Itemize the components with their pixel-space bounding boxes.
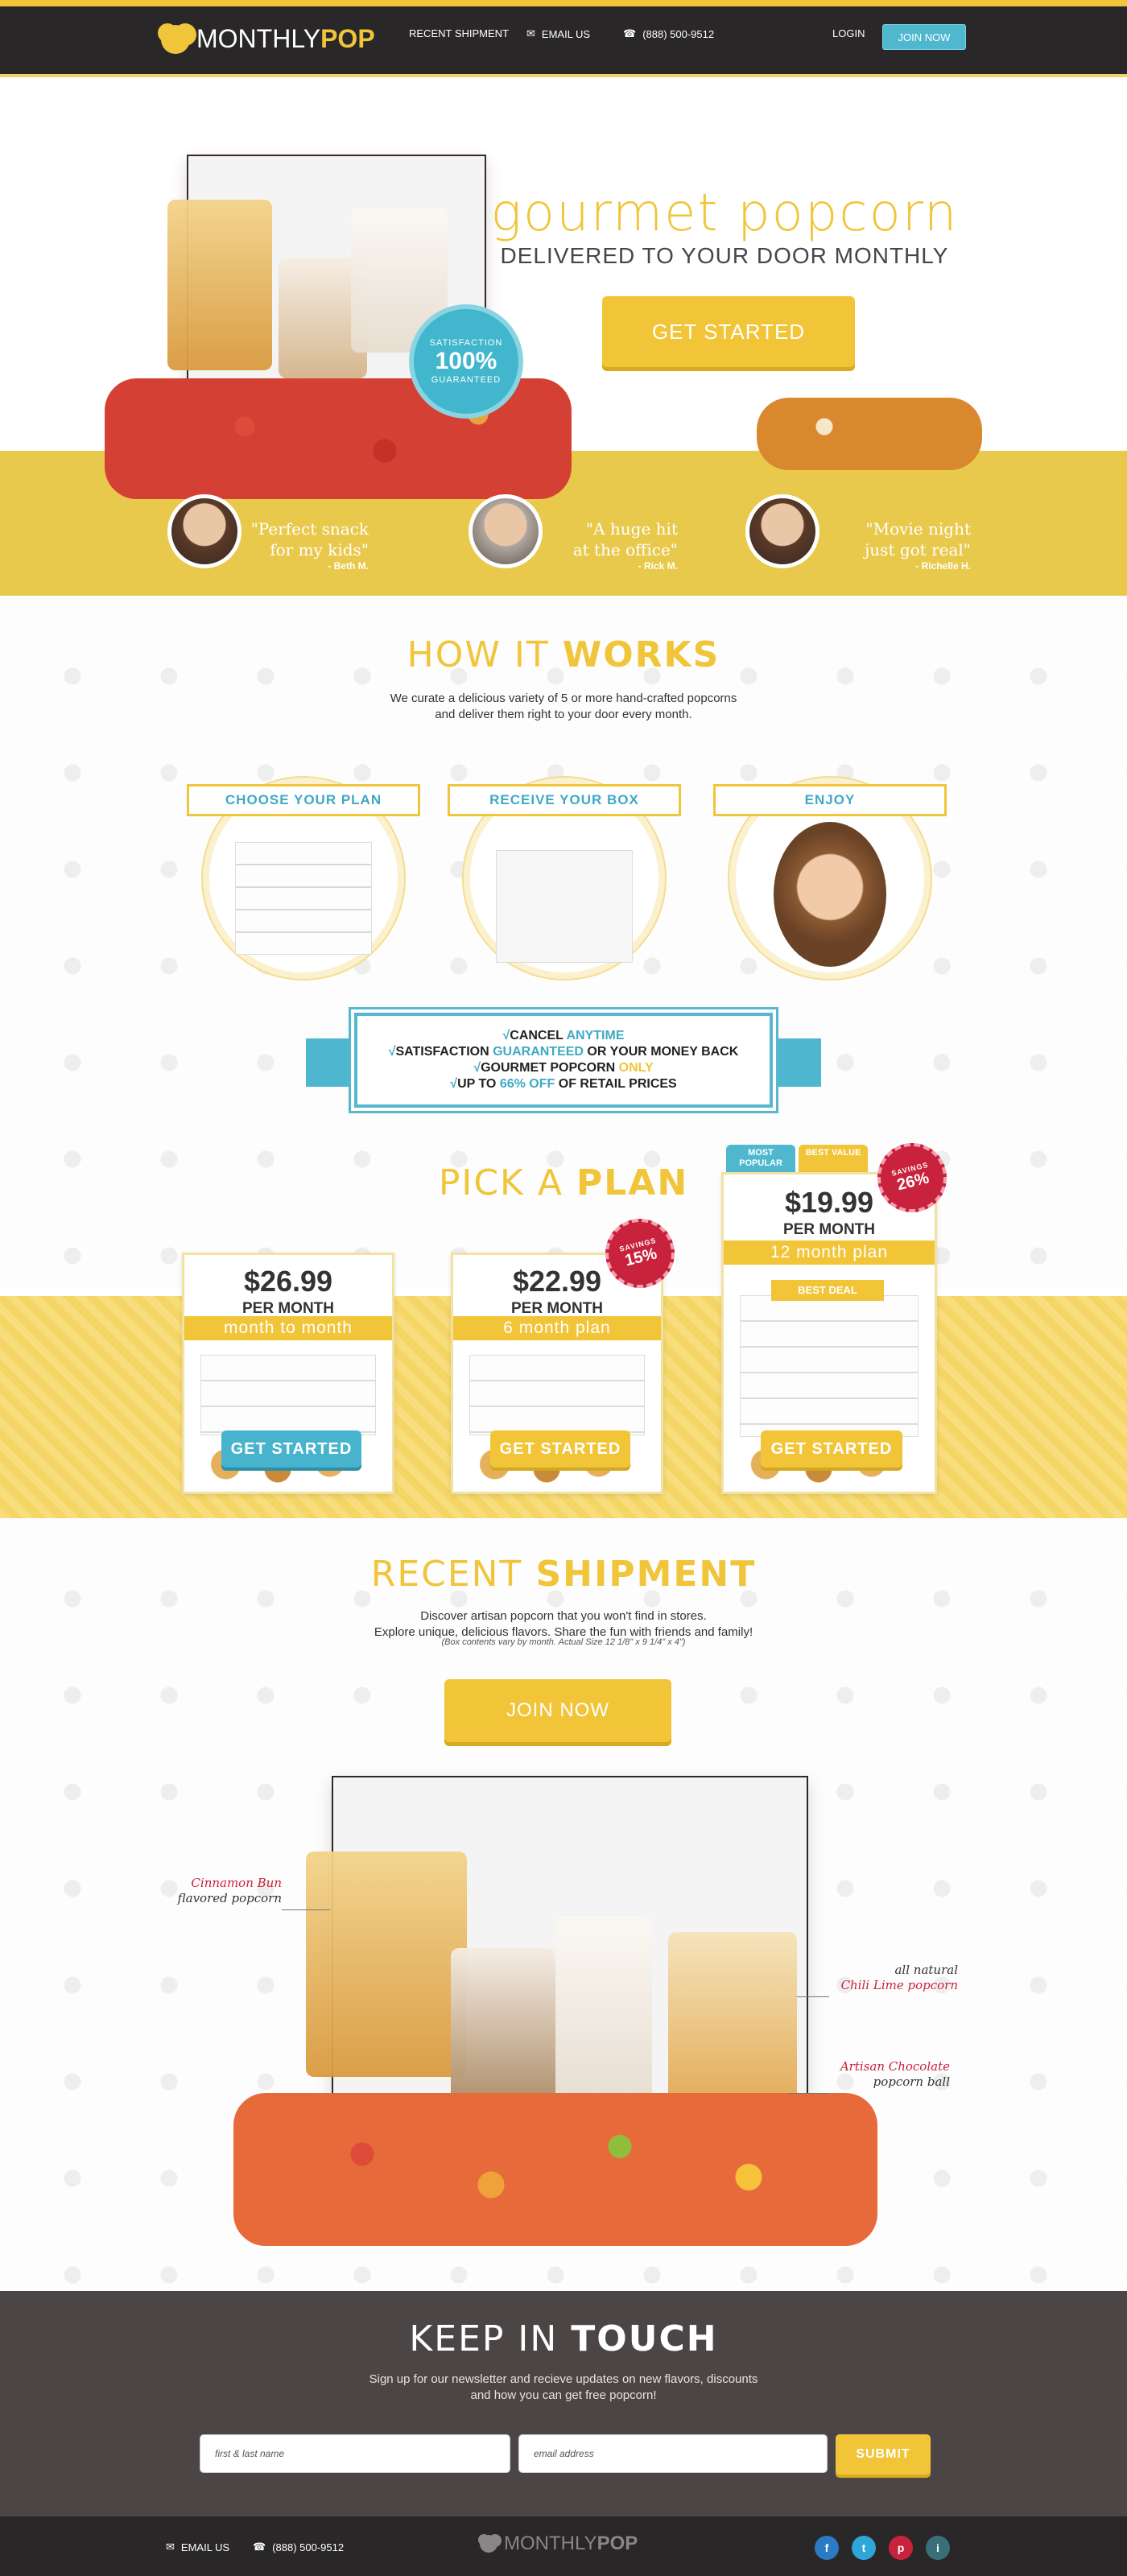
white-popcorn-bag-image (555, 1916, 652, 2101)
recent-shipment-title: RECENT SHIPMENT (370, 1554, 757, 1595)
get-started-button[interactable]: GET STARTED (602, 296, 855, 367)
callout-chili-lime: all natural Chili Lime popcorn (840, 1963, 958, 1992)
footer-logo-text: MONTHLYPOP (504, 2533, 638, 2554)
newsletter-text: Sign up for our newsletter and recieve u… (369, 2372, 758, 2402)
plan-get-started-button[interactable]: GET STARTED (221, 1430, 361, 1468)
testimonial-quote: "Perfect snack for my kids" (250, 519, 369, 559)
plan-box-image (740, 1295, 919, 1437)
plan-per-month: PER MONTH (783, 1221, 875, 1238)
colorful-popcorn-image (233, 2093, 877, 2246)
envelope-icon: ✉ (166, 2541, 175, 2553)
logo-text: MONTHLYPOP (196, 24, 375, 53)
plan-per-month: PER MONTH (242, 1300, 334, 1317)
login-link[interactable]: LOGIN (832, 27, 865, 39)
plan-card-monthly: $26.99 PER MONTH month to month GET STAR… (182, 1253, 394, 1494)
plan-term: month to month (184, 1316, 392, 1340)
how-it-works-text: We curate a delicious variety of 5 or mo… (390, 691, 737, 721)
girl-eating-popcorn-image (774, 822, 886, 967)
popcorn-logo-icon (480, 2535, 497, 2553)
benefit-line: √GOURMET POPCORN ONLY (473, 1061, 654, 1075)
submit-button[interactable]: SUBMIT (836, 2434, 931, 2475)
testimonial-author: - Rick M. (638, 560, 678, 572)
plan-get-started-button[interactable]: GET STARTED (490, 1430, 630, 1468)
plan-box-image (469, 1355, 645, 1435)
plan-card-6-month: $22.99 PER MONTH 6 month plan GET STARTE… (451, 1253, 663, 1494)
avatar (167, 494, 242, 568)
join-now-button[interactable]: JOIN NOW (882, 24, 966, 50)
best-value-tab: BEST VALUE (799, 1145, 868, 1172)
recent-shipment-text: Discover artisan popcorn that you won't … (374, 1609, 753, 1639)
phone-icon: ☎ (253, 2541, 266, 2553)
plan-price: $26.99 (243, 1265, 333, 1298)
join-now-cta-button[interactable]: JOIN NOW (444, 1679, 671, 1742)
caramel-popcorn-image (757, 398, 982, 470)
box-size-note: (Box contents vary by month. Actual Size… (441, 1637, 686, 1647)
footer-phone[interactable]: ☎ (888) 500-9512 (253, 2541, 344, 2553)
how-it-works-title: HOW IT WORKS (407, 634, 720, 675)
hero-title: gourmet popcorn (490, 184, 959, 243)
email-field[interactable]: email address (518, 2434, 828, 2473)
newsletter-title: KEEP IN TOUCH (409, 2318, 718, 2359)
caramel-bag-image (167, 200, 272, 370)
benefits-banner: √CANCEL ANYTIME √SATISFACTION GUARANTEED… (354, 1013, 773, 1108)
kitts-kernels-bag-image (451, 1948, 555, 2109)
plan-per-month: PER MONTH (511, 1300, 603, 1317)
plan-card-12-month: $19.99 PER MONTH 12 month plan GET START… (721, 1172, 937, 1494)
popcorn-logo-icon (161, 24, 190, 54)
testimonial-quote: "Movie night just got real" (865, 519, 971, 559)
nav-email[interactable]: ✉ EMAIL US (526, 27, 590, 40)
plan-boxes-image (235, 842, 372, 955)
open-box-image (496, 850, 633, 963)
chili-lime-bag-image (668, 1932, 797, 2117)
callout-line (797, 1996, 829, 1997)
testimonial-author: - Richelle H. (915, 560, 971, 572)
avatar (745, 494, 819, 568)
callout-cinnamon-bun: Cinnamon Bun flavored popcorn (177, 1876, 282, 1905)
most-popular-tab: MOST POPULAR (726, 1145, 795, 1172)
callout-line (789, 2093, 829, 2094)
instagram-icon[interactable]: i (926, 2536, 950, 2560)
testimonial: "A huge hit at the office" - Rick M. (469, 494, 734, 575)
plan-term: 12 month plan (724, 1241, 935, 1265)
step-ribbon: CHOOSE YOUR PLAN (187, 784, 420, 816)
twitter-icon[interactable]: t (852, 2536, 876, 2560)
envelope-icon: ✉ (526, 27, 535, 39)
logo[interactable]: MONTHLYPOP (161, 24, 375, 54)
benefit-line: √CANCEL ANYTIME (502, 1029, 625, 1042)
best-deal-label: BEST DEAL (771, 1280, 884, 1301)
benefit-line: √UP TO 66% OFF OF RETAIL PRICES (450, 1077, 677, 1091)
testimonial-quote: "A huge hit at the office" (572, 519, 678, 559)
step-enjoy: ENJOY (713, 762, 947, 995)
step-choose-plan: CHOOSE YOUR PLAN (187, 762, 420, 995)
benefit-line: √SATISFACTION GUARANTEED OR YOUR MONEY B… (388, 1045, 739, 1059)
nav-recent-shipment[interactable]: RECENT SHIPMENT (409, 27, 509, 39)
facebook-icon[interactable]: f (815, 2536, 839, 2560)
step-receive-box: RECEIVE YOUR BOX (448, 762, 681, 995)
testimonial-author: - Beth M. (328, 560, 369, 572)
hero-subtitle: DELIVERED TO YOUR DOOR MONTHLY (500, 243, 949, 268)
cinnamon-bun-bag-image (306, 1852, 467, 2077)
satisfaction-seal: SATISFACTION 100% GUARANTEED (409, 304, 523, 419)
footer-logo[interactable]: MONTHLYPOP (480, 2533, 638, 2555)
name-field[interactable]: first & last name (200, 2434, 510, 2473)
pick-a-plan-title: PICK A PLAN (438, 1162, 689, 1203)
avatar (469, 494, 543, 568)
nav-stripe (0, 74, 1127, 77)
callout-line (282, 1909, 330, 1910)
plan-term: 6 month plan (453, 1316, 661, 1340)
pinterest-icon[interactable]: p (889, 2536, 913, 2560)
step-ribbon: RECEIVE YOUR BOX (448, 784, 681, 816)
plan-box-image (200, 1355, 376, 1435)
nav-phone[interactable]: ☎ (888) 500-9512 (623, 27, 714, 40)
phone-icon: ☎ (623, 27, 637, 39)
testimonial: "Perfect snack for my kids" - Beth M. (167, 494, 433, 575)
footer-email[interactable]: ✉ EMAIL US (166, 2541, 229, 2553)
step-ribbon: ENJOY (713, 784, 947, 816)
testimonial: "Movie night just got real" - Richelle H. (745, 494, 1011, 575)
callout-artisan-chocolate: Artisan Chocolate popcorn ball (840, 2059, 950, 2089)
plan-get-started-button[interactable]: GET STARTED (761, 1430, 902, 1468)
